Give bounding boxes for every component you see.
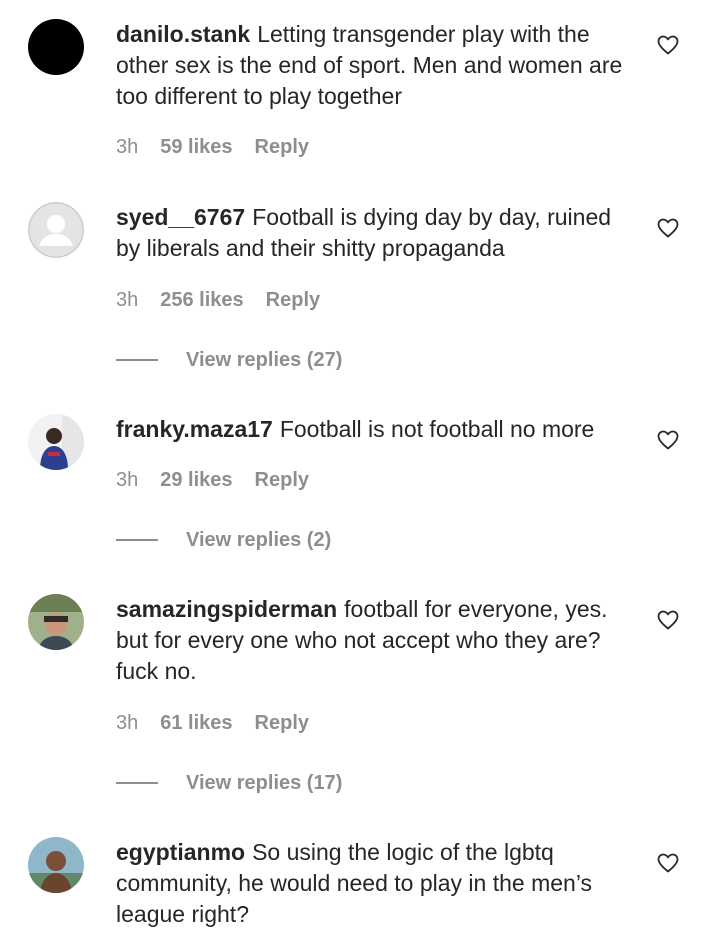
heart-icon[interactable] (656, 608, 680, 632)
comment-text: Football is not football no more (279, 416, 595, 442)
avatar[interactable] (28, 594, 84, 650)
reply-button[interactable]: Reply (255, 712, 309, 735)
comment-likes[interactable]: 29 likes (160, 469, 232, 492)
comment-time: 3h (116, 711, 139, 734)
reply-button[interactable]: Reply (266, 289, 320, 312)
replies-divider (116, 782, 158, 784)
heart-icon[interactable] (656, 216, 680, 240)
comment-username[interactable]: danilo.stank (116, 21, 250, 47)
comment-body: egyptianmo So using the logic of the lgbt… (116, 837, 636, 930)
comment-likes[interactable]: 256 likes (160, 289, 243, 312)
profile-photo (28, 837, 84, 893)
comment-username[interactable]: franky.maza17 (116, 416, 273, 442)
heart-icon[interactable] (656, 851, 680, 875)
heart-icon[interactable] (656, 428, 680, 452)
comment-body: danilo.stank Letting transgender play wit… (116, 19, 636, 112)
default-avatar-icon (28, 202, 84, 258)
view-replies-button[interactable]: View replies (17) (116, 770, 342, 796)
replies-divider (116, 539, 158, 541)
view-replies-label[interactable]: View replies (27) (186, 349, 342, 372)
heart-icon[interactable] (656, 33, 680, 57)
comment-body: franky.maza17 Football is not football no… (116, 414, 636, 445)
comment-likes[interactable]: 61 likes (160, 712, 232, 735)
comment-time: 3h (116, 468, 139, 491)
comment-meta: 3h 256 likes Reply (116, 287, 320, 313)
comment-meta: 3h 61 likes Reply (116, 710, 309, 736)
view-replies-label[interactable]: View replies (17) (186, 772, 342, 795)
profile-photo (28, 414, 84, 470)
profile-photo (28, 594, 84, 650)
avatar[interactable] (28, 837, 84, 893)
replies-divider (116, 359, 158, 361)
comment-meta: 3h 29 likes Reply (116, 467, 309, 493)
comment-likes[interactable]: 59 likes (160, 136, 232, 159)
comment-time: 3h (116, 288, 139, 311)
avatar[interactable] (28, 414, 84, 470)
comment-username[interactable]: samazingspiderman (116, 596, 337, 622)
reply-button[interactable]: Reply (255, 136, 309, 159)
avatar[interactable] (28, 19, 84, 75)
reply-button[interactable]: Reply (255, 469, 309, 492)
view-replies-button[interactable]: View replies (27) (116, 347, 342, 373)
view-replies-button[interactable]: View replies (2) (116, 527, 331, 553)
comment-body: samazingspiderman football for everyone, … (116, 594, 636, 687)
comment-username[interactable]: egyptianmo (116, 839, 245, 865)
comment-username[interactable]: syed__6767 (116, 204, 245, 230)
view-replies-label[interactable]: View replies (2) (186, 529, 331, 552)
comment-body: syed__6767 Football is dying day by day, … (116, 202, 636, 264)
avatar[interactable] (28, 202, 84, 258)
comment-meta: 3h 59 likes Reply (116, 134, 309, 160)
comment-time: 3h (116, 135, 139, 158)
